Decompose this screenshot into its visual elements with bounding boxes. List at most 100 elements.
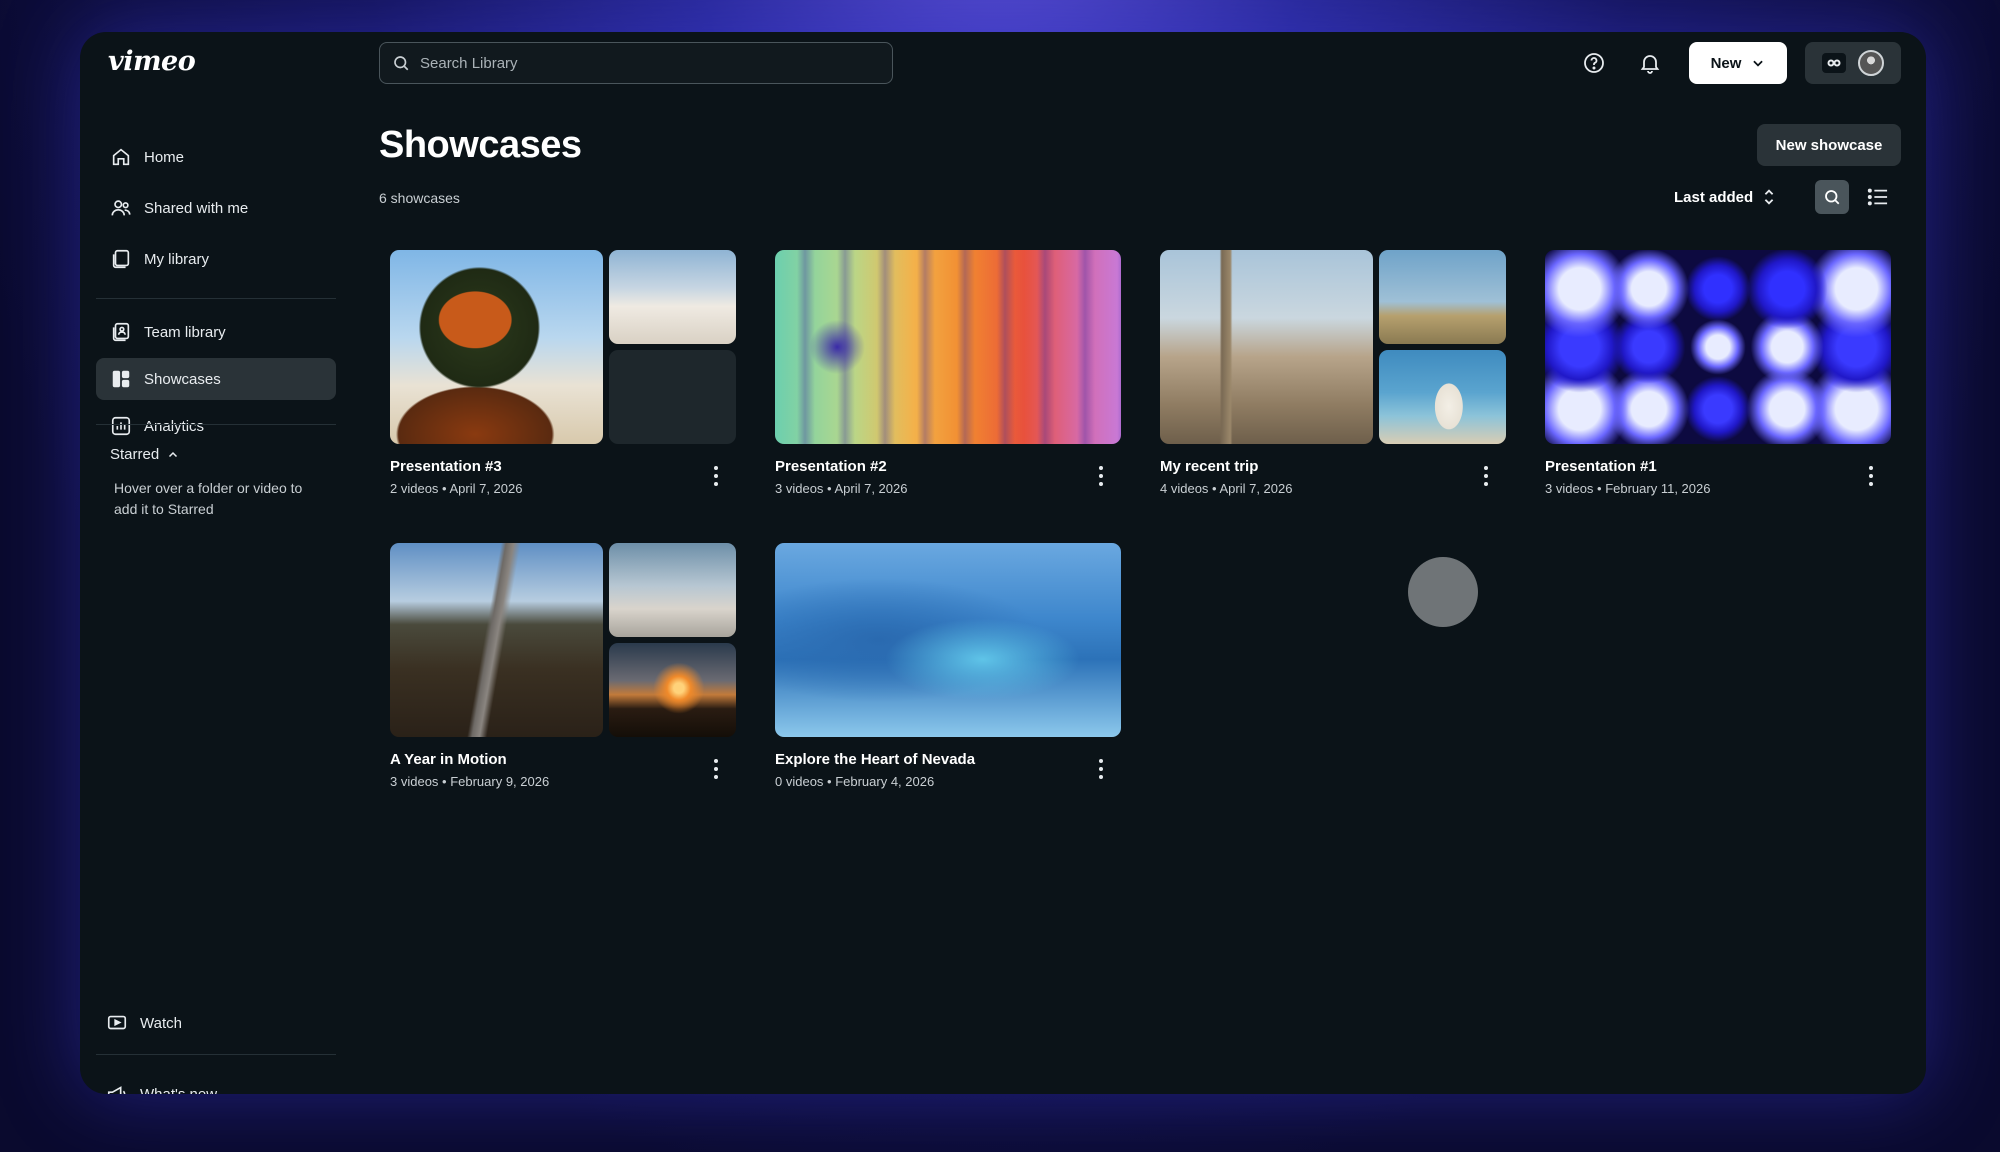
showcase-meta: 3 videos • February 9, 2026 bbox=[390, 774, 550, 789]
sidebar-item-showcases[interactable]: Showcases bbox=[96, 358, 336, 400]
sort-dropdown[interactable]: Last added bbox=[1674, 188, 1775, 206]
showcase-thumbnails[interactable] bbox=[390, 543, 736, 737]
chevron-down-icon bbox=[1753, 60, 1764, 67]
sidebar-item-label: Team library bbox=[144, 323, 226, 341]
sort-updown-icon bbox=[1764, 189, 1774, 205]
showcase-meta: 0 videos • February 4, 2026 bbox=[775, 774, 935, 789]
megaphone-icon bbox=[107, 1086, 126, 1094]
sidebar-item-label: What's new bbox=[140, 1085, 218, 1095]
showcase-thumbnails[interactable] bbox=[775, 250, 1121, 444]
thumbnail-dunes bbox=[609, 250, 736, 344]
thumbnail-sunset bbox=[609, 643, 736, 737]
team-badge-icon bbox=[1822, 53, 1846, 73]
thumbnail-mountain-road bbox=[390, 543, 603, 737]
sidebar-item-shared[interactable]: Shared with me bbox=[96, 187, 336, 229]
showcase-thumbnails[interactable] bbox=[1545, 250, 1891, 444]
showcase-card[interactable]: My recent trip 4 videos • April 7, 2026 bbox=[1160, 250, 1506, 496]
vimeo-logo[interactable]: vimeo bbox=[108, 46, 196, 77]
showcase-thumbnails[interactable] bbox=[775, 543, 1121, 737]
starred-hint: Hover over a folder or video to add it t… bbox=[114, 480, 303, 517]
chevron-up-icon bbox=[169, 451, 178, 457]
thumbnail-rider-helmet bbox=[390, 250, 603, 444]
showcase-thumbnails[interactable] bbox=[390, 250, 736, 444]
showcase-card[interactable]: Presentation #3 2 videos • April 7, 2026 bbox=[390, 250, 736, 496]
team-library-icon bbox=[112, 322, 130, 342]
sidebar-divider bbox=[96, 298, 336, 299]
more-options-button[interactable] bbox=[1091, 462, 1111, 490]
watch-icon bbox=[107, 1015, 127, 1030]
showcase-count: 6 showcases bbox=[379, 190, 460, 206]
more-options-button[interactable] bbox=[1861, 462, 1881, 490]
thumbnail-surfer bbox=[1379, 350, 1506, 444]
showcase-meta: 2 videos • April 7, 2026 bbox=[390, 481, 523, 496]
showcase-card[interactable]: A Year in Motion 3 videos • February 9, … bbox=[390, 543, 736, 789]
thumbnail-ancient-temple bbox=[1160, 250, 1373, 444]
people-icon bbox=[111, 200, 131, 216]
showcase-title[interactable]: Presentation #3 bbox=[390, 458, 502, 475]
showcase-title[interactable]: Presentation #2 bbox=[775, 458, 887, 475]
showcase-meta: 4 videos • April 7, 2026 bbox=[1160, 481, 1293, 496]
sidebar-item-label: Analytics bbox=[144, 417, 205, 435]
thumbnail-skate-bowl bbox=[609, 543, 736, 637]
sidebar-item-label: Shared with me bbox=[144, 199, 249, 217]
showcase-thumbnails[interactable] bbox=[1160, 250, 1506, 444]
sidebar-item-watch[interactable]: Watch bbox=[92, 1002, 332, 1044]
showcase-card[interactable]: Presentation #2 3 videos • April 7, 2026 bbox=[775, 250, 1121, 496]
analytics-icon bbox=[111, 416, 131, 436]
app-window: vimeo Home Shared with me My library Tea… bbox=[80, 32, 1926, 1094]
more-options-button[interactable] bbox=[706, 755, 726, 783]
search-icon bbox=[1825, 190, 1840, 205]
showcase-meta: 3 videos • April 7, 2026 bbox=[775, 481, 908, 496]
sidebar-divider bbox=[96, 424, 336, 425]
sidebar-item-my-library[interactable]: My library bbox=[96, 238, 336, 280]
sidebar-item-whats-new[interactable]: What's new bbox=[92, 1073, 332, 1094]
home-icon bbox=[112, 148, 130, 166]
new-button[interactable]: New bbox=[1689, 42, 1787, 84]
showcase-icon bbox=[112, 370, 130, 388]
more-options-button[interactable] bbox=[1091, 755, 1111, 783]
showcase-title[interactable]: Presentation #1 bbox=[1545, 458, 1657, 475]
sidebar-divider bbox=[96, 1054, 336, 1055]
sidebar: vimeo Home Shared with me My library Tea… bbox=[80, 32, 356, 1094]
list-view-button[interactable] bbox=[1861, 180, 1895, 214]
search-input[interactable] bbox=[420, 54, 860, 72]
list-icon bbox=[1867, 188, 1888, 206]
sidebar-item-label: Home bbox=[144, 148, 185, 166]
library-icon bbox=[112, 249, 130, 269]
more-options-button[interactable] bbox=[706, 462, 726, 490]
account-menu-button[interactable] bbox=[1805, 42, 1901, 84]
sidebar-item-team-library[interactable]: Team library bbox=[96, 311, 336, 353]
new-button-label: New bbox=[1710, 54, 1742, 72]
showcase-title[interactable]: Explore the Heart of Nevada bbox=[775, 751, 975, 768]
thumbnail-empty bbox=[609, 350, 736, 444]
pointer-cursor bbox=[1408, 557, 1478, 627]
thumbnail-coast-rock bbox=[1379, 250, 1506, 344]
sidebar-item-analytics[interactable]: Analytics bbox=[96, 405, 336, 447]
showcase-title[interactable]: My recent trip bbox=[1160, 458, 1258, 475]
thumbnail-abstract-waves bbox=[775, 250, 1121, 444]
bell-icon bbox=[1640, 55, 1660, 74]
sidebar-item-home[interactable]: Home bbox=[96, 136, 336, 178]
starred-section-toggle[interactable]: Starred bbox=[110, 446, 179, 463]
help-button[interactable] bbox=[1579, 48, 1609, 78]
avatar bbox=[1858, 50, 1884, 76]
showcase-card[interactable]: Presentation #1 3 videos • February 11, … bbox=[1545, 250, 1891, 496]
search-icon bbox=[394, 56, 409, 71]
sidebar-item-label: My library bbox=[144, 250, 210, 268]
showcase-meta: 3 videos • February 11, 2026 bbox=[1545, 481, 1711, 496]
help-icon bbox=[1584, 53, 1604, 73]
page-title: Showcases bbox=[379, 124, 582, 166]
starred-label: Starred bbox=[110, 446, 160, 463]
sidebar-item-label: Watch bbox=[140, 1014, 182, 1032]
sidebar-item-label: Showcases bbox=[144, 370, 221, 388]
more-options-button[interactable] bbox=[1476, 462, 1496, 490]
thumbnail-blue-tubes bbox=[1545, 250, 1891, 444]
thumbnail-blurred-blue bbox=[775, 543, 1121, 737]
showcase-card[interactable]: Explore the Heart of Nevada 0 videos • F… bbox=[775, 543, 1121, 789]
notifications-button[interactable] bbox=[1635, 48, 1665, 78]
showcase-title[interactable]: A Year in Motion bbox=[390, 751, 507, 768]
search-bar[interactable] bbox=[379, 42, 893, 84]
new-showcase-button[interactable]: New showcase bbox=[1757, 124, 1901, 166]
search-showcases-button[interactable] bbox=[1815, 180, 1849, 214]
sort-label: Last added bbox=[1674, 188, 1754, 206]
